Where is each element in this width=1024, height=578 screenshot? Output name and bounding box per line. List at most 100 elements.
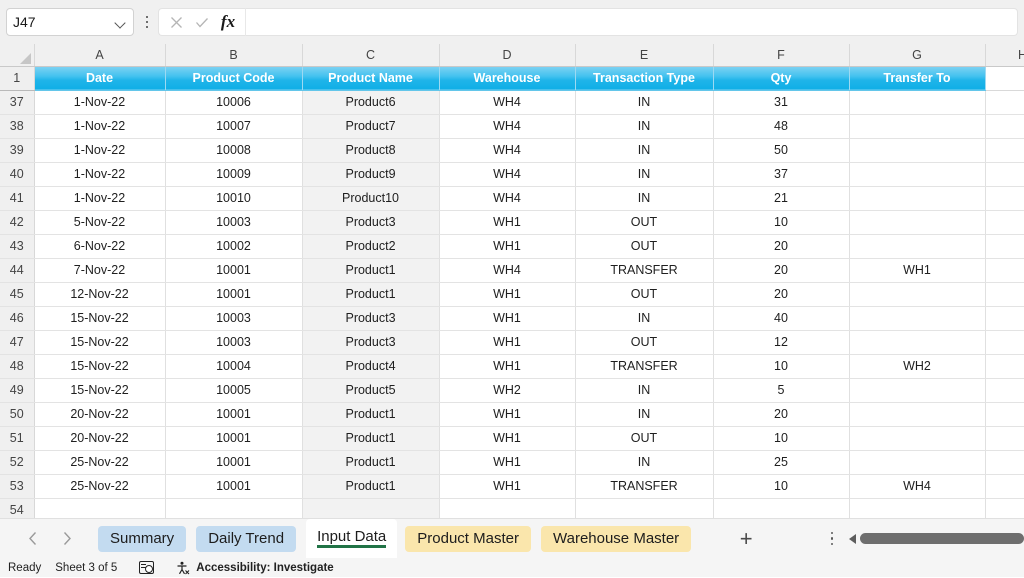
cell-h[interactable]: [985, 402, 1024, 427]
cell-transaction-type[interactable]: OUT: [575, 282, 714, 307]
add-sheet-button[interactable]: +: [729, 522, 763, 556]
cell-warehouse[interactable]: WH2: [439, 378, 576, 403]
cell-warehouse[interactable]: WH1: [439, 450, 576, 475]
cell-qty[interactable]: 20: [713, 282, 850, 307]
sheet-tab-input-data[interactable]: Input Data: [306, 518, 398, 559]
accessibility-icon[interactable]: [176, 561, 190, 575]
header-cell-warehouse[interactable]: Warehouse: [439, 66, 576, 91]
cell-product-code[interactable]: 10003: [165, 210, 303, 235]
cell-warehouse[interactable]: WH1: [439, 234, 576, 259]
column-header-e[interactable]: E: [575, 44, 714, 67]
row-number-53[interactable]: 53: [0, 474, 35, 499]
cell-qty[interactable]: 50: [713, 138, 850, 163]
header-cell-transfer-to[interactable]: Transfer To: [849, 66, 986, 91]
cell-product-code[interactable]: 10008: [165, 138, 303, 163]
cell-product-name[interactable]: Product3: [302, 210, 440, 235]
cell-date[interactable]: 1-Nov-22: [34, 138, 166, 163]
cell-product-code[interactable]: 10001: [165, 426, 303, 451]
chevron-right-icon[interactable]: [50, 522, 84, 556]
column-header-h[interactable]: H: [985, 44, 1024, 67]
cell-transaction-type[interactable]: OUT: [575, 330, 714, 355]
sheet-view-icon[interactable]: [139, 561, 155, 574]
cell-product-name[interactable]: Product6: [302, 90, 440, 115]
cell-qty[interactable]: 10: [713, 210, 850, 235]
cell-warehouse[interactable]: WH1: [439, 402, 576, 427]
cell-qty[interactable]: 48: [713, 114, 850, 139]
cell-h[interactable]: [985, 114, 1024, 139]
cell-product-name[interactable]: Product8: [302, 138, 440, 163]
row-number-39[interactable]: 39: [0, 138, 35, 163]
cell-product-code[interactable]: 10010: [165, 186, 303, 211]
cell-qty[interactable]: 40: [713, 306, 850, 331]
row-number-54[interactable]: 54: [0, 498, 35, 518]
cell-product-name[interactable]: Product2: [302, 234, 440, 259]
row-number-52[interactable]: 52: [0, 450, 35, 475]
cell-product-name[interactable]: Product1: [302, 282, 440, 307]
row-number-46[interactable]: 46: [0, 306, 35, 331]
cell-product-name[interactable]: Product4: [302, 354, 440, 379]
cell-transaction-type[interactable]: TRANSFER: [575, 474, 714, 499]
cell-product-name[interactable]: Product5: [302, 378, 440, 403]
cell-transaction-type[interactable]: IN: [575, 90, 714, 115]
cell-h[interactable]: [985, 450, 1024, 475]
chevron-left-icon[interactable]: [16, 522, 50, 556]
header-cell-product-code[interactable]: Product Code: [165, 66, 303, 91]
cell-h[interactable]: [985, 330, 1024, 355]
cell-transfer-to[interactable]: [849, 138, 986, 163]
cell-qty[interactable]: [713, 498, 850, 518]
cell-date[interactable]: 12-Nov-22: [34, 282, 166, 307]
cell-transaction-type[interactable]: [575, 498, 714, 518]
row-number-49[interactable]: 49: [0, 378, 35, 403]
cell-date[interactable]: 20-Nov-22: [34, 402, 166, 427]
check-icon[interactable]: [189, 9, 215, 35]
cell-warehouse[interactable]: WH1: [439, 210, 576, 235]
cell-product-code[interactable]: 10007: [165, 114, 303, 139]
row-number-48[interactable]: 48: [0, 354, 35, 379]
cell-warehouse[interactable]: WH1: [439, 354, 576, 379]
cell-h[interactable]: [985, 162, 1024, 187]
cell-transaction-type[interactable]: IN: [575, 378, 714, 403]
cell-h[interactable]: [985, 138, 1024, 163]
accessibility-status[interactable]: Accessibility: Investigate: [196, 562, 333, 574]
cell-product-name[interactable]: Product1: [302, 474, 440, 499]
cell-product-code[interactable]: 10001: [165, 402, 303, 427]
column-header-f[interactable]: F: [713, 44, 850, 67]
cell-h[interactable]: [985, 210, 1024, 235]
cell-date[interactable]: 1-Nov-22: [34, 114, 166, 139]
cell-qty[interactable]: 10: [713, 354, 850, 379]
cell-qty[interactable]: 25: [713, 450, 850, 475]
cell-date[interactable]: 15-Nov-22: [34, 306, 166, 331]
cell-qty[interactable]: 10: [713, 426, 850, 451]
cell-product-name[interactable]: Product1: [302, 426, 440, 451]
cell-transaction-type[interactable]: IN: [575, 162, 714, 187]
cell-qty[interactable]: 10: [713, 474, 850, 499]
cell-date[interactable]: 15-Nov-22: [34, 378, 166, 403]
header-cell-product-name[interactable]: Product Name: [302, 66, 440, 91]
cell-transfer-to[interactable]: [849, 330, 986, 355]
cell-transfer-to[interactable]: [849, 498, 986, 518]
cell-product-code[interactable]: 10001: [165, 474, 303, 499]
cell-transfer-to[interactable]: [849, 306, 986, 331]
cell-transfer-to[interactable]: [849, 162, 986, 187]
cell-transfer-to[interactable]: [849, 426, 986, 451]
cell-transfer-to[interactable]: [849, 90, 986, 115]
cell-transaction-type[interactable]: IN: [575, 450, 714, 475]
kebab-icon[interactable]: [139, 8, 155, 36]
cell-date[interactable]: 20-Nov-22: [34, 426, 166, 451]
cell-product-code[interactable]: 10003: [165, 330, 303, 355]
cell-h[interactable]: [985, 426, 1024, 451]
cell-qty[interactable]: 20: [713, 234, 850, 259]
cell-qty[interactable]: 12: [713, 330, 850, 355]
row-number-41[interactable]: 41: [0, 186, 35, 211]
column-header-c[interactable]: C: [302, 44, 440, 67]
sheet-tab-warehouse-master[interactable]: Warehouse Master: [541, 525, 692, 552]
cell-date[interactable]: 1-Nov-22: [34, 90, 166, 115]
row-number-43[interactable]: 43: [0, 234, 35, 259]
header-cell-qty[interactable]: Qty: [713, 66, 850, 91]
cell-qty[interactable]: 37: [713, 162, 850, 187]
cell-qty[interactable]: 20: [713, 258, 850, 283]
header-cell-date[interactable]: Date: [34, 66, 166, 91]
row-number-1[interactable]: 1: [0, 66, 35, 91]
cell-product-name[interactable]: [302, 498, 440, 518]
cell-h[interactable]: [985, 282, 1024, 307]
